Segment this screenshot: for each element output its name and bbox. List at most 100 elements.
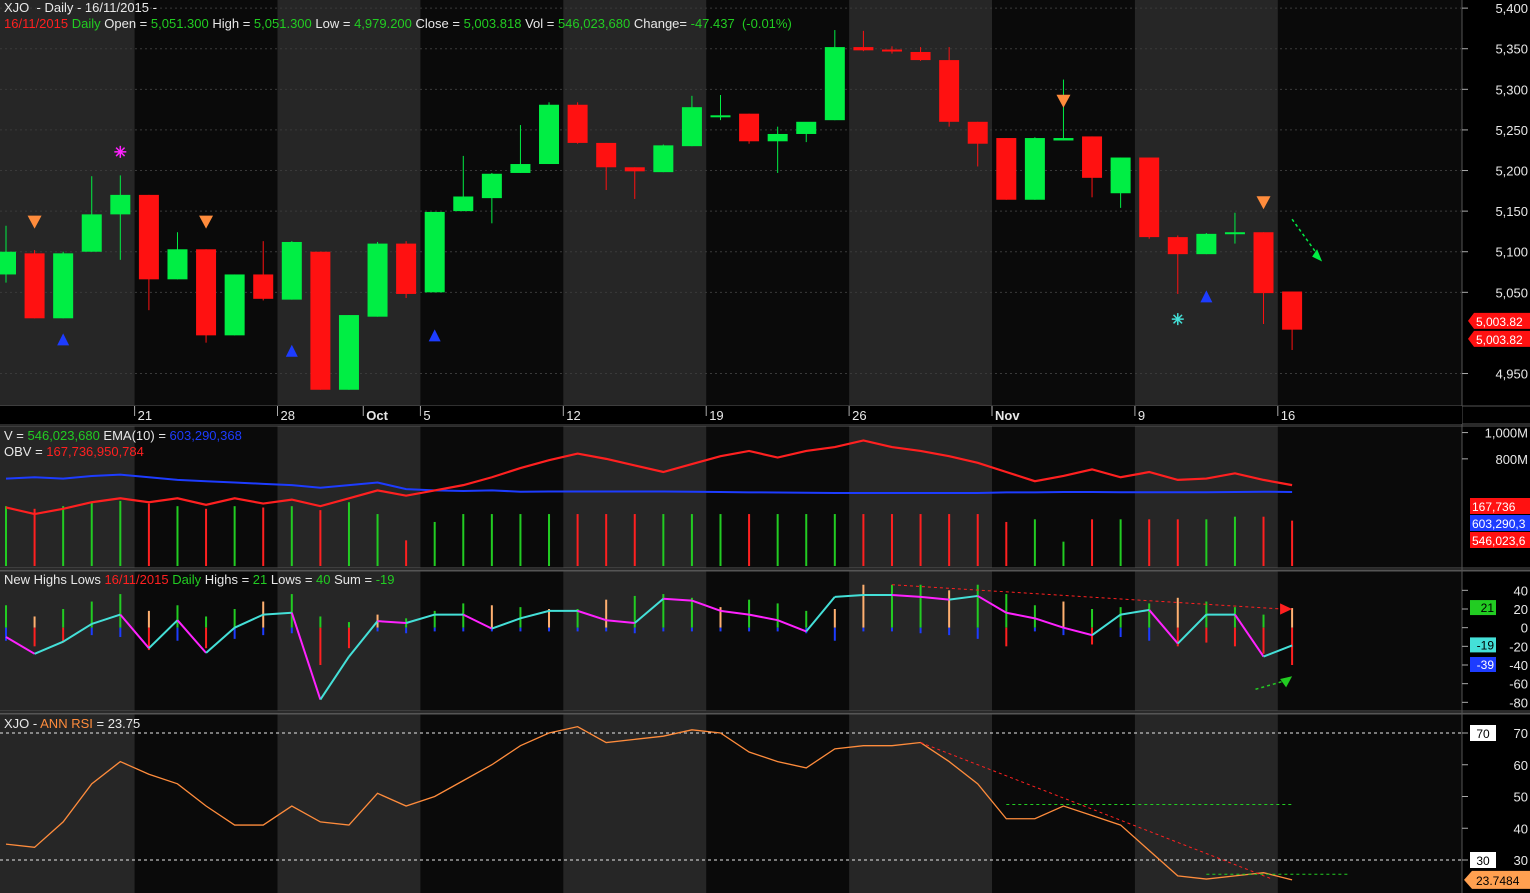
y-tick-label: 1,000M [1485, 426, 1528, 441]
change-label: Change= [633, 16, 691, 31]
low-value: 4,979.200 [354, 16, 412, 31]
week-band [563, 571, 707, 711]
candle-body [796, 121, 817, 134]
week-band [849, 714, 993, 893]
nhl-highs-label: Highs = [204, 572, 253, 587]
candle-body [224, 274, 245, 336]
candle-body [110, 194, 131, 215]
candle-body [624, 167, 645, 172]
candle-body [1253, 232, 1274, 294]
candle-body [539, 104, 560, 165]
high-value: 5,051.300 [253, 16, 312, 31]
chart-canvas: 21 28 Oct 5 12 19 26 Nov 9 16 5,400 5,350 5,300 5,250… [0, 0, 1530, 893]
value-tag-label: -19 [1477, 638, 1495, 652]
candle-body [310, 251, 331, 390]
rsi-title: ANN RSI [40, 716, 93, 731]
candle-body [567, 104, 588, 143]
nhl-daily: Daily [172, 572, 202, 587]
high-label: High = [212, 16, 254, 31]
open-value: 5,051.300 [150, 16, 209, 31]
x-tick-label: 21 [138, 408, 152, 423]
candle-body [939, 60, 960, 122]
ohlc-daily: Daily [71, 16, 101, 31]
date-axis-strip [0, 406, 1462, 424]
candle-body [910, 51, 931, 61]
y-tick-label: 5,200 [1495, 164, 1528, 179]
candle-body [996, 138, 1017, 200]
y-tick-label: 20 [1514, 602, 1528, 617]
y-tick-label: 5,100 [1495, 245, 1528, 260]
candle-body [1053, 138, 1074, 141]
candle-body [1196, 233, 1217, 255]
price-header-line2: 16/11/2015 Daily Open = 5,051.300 High =… [4, 16, 792, 32]
x-tick-label: 9 [1138, 408, 1145, 423]
week-band [0, 714, 135, 893]
nhl-lows-label: Lows = [270, 572, 317, 587]
y-tick-label: -80 [1509, 695, 1528, 710]
rsi-level-label: 70 [1476, 727, 1490, 741]
ema-label: EMA(10) = [103, 428, 170, 443]
nhl-date: 16/11/2015 [104, 572, 169, 587]
x-tick-label: 28 [281, 408, 295, 423]
x-tick-label: 26 [852, 408, 866, 423]
open-label: Open = [104, 16, 151, 31]
y-tick-label: 5,050 [1495, 285, 1528, 300]
candle-body [881, 49, 902, 52]
rsi-header: XJO - ANN RSI = 23.75 [4, 716, 140, 732]
x-tick-label: 12 [566, 408, 580, 423]
x-tick-label: 5 [423, 408, 430, 423]
candle-body [424, 211, 445, 293]
y-tick-label: 30 [1514, 853, 1528, 868]
y-tick-label: -20 [1509, 639, 1528, 654]
y-tick-label: 5,350 [1495, 42, 1528, 57]
candle-body [739, 113, 760, 142]
value-tag-label: 167,736 [1472, 500, 1516, 514]
week-band [0, 571, 135, 711]
x-tick-label: Nov [995, 408, 1020, 423]
candle-body [653, 145, 674, 173]
y-tick-label: 60 [1514, 758, 1528, 773]
x-tick-label: Oct [366, 408, 388, 423]
candle-body [767, 133, 788, 142]
candle-body [1024, 138, 1045, 200]
value-tag-label: -39 [1477, 658, 1495, 672]
nhl-header: New Highs Lows 16/11/2015 Daily Highs = … [4, 572, 394, 588]
last-price-label: 5,003.82 [1476, 315, 1523, 329]
candle-body [1139, 157, 1160, 238]
rsi-level-label: 30 [1476, 854, 1490, 868]
change-value: -47.437 (-0.01%) [690, 16, 792, 31]
candle-body [1167, 237, 1188, 255]
candle-body [481, 173, 502, 199]
rsi-value: 23.75 [107, 716, 141, 731]
nhl-lows-value: 40 [316, 572, 331, 587]
v-value: 546,023,680 [27, 428, 100, 443]
candle-body [138, 194, 159, 280]
last-price-label: 5,003.82 [1476, 333, 1523, 347]
candle-body [1224, 232, 1245, 235]
y-tick-label: 0 [1521, 621, 1528, 636]
candle-body [281, 241, 302, 300]
candle-body [338, 315, 359, 390]
y-tick-label: -40 [1509, 658, 1528, 673]
candle-body [510, 164, 531, 173]
candle-body [167, 249, 188, 280]
rsi-value-tag-label: 23.7484 [1476, 874, 1520, 888]
candle-body [1282, 291, 1303, 330]
nhl-sum-label: Sum = [334, 572, 376, 587]
candle-body [53, 253, 74, 319]
candle-body [1110, 157, 1131, 194]
rsi-value-label: = [92, 716, 108, 731]
candle-body [81, 214, 102, 252]
y-tick-label: 5,250 [1495, 123, 1528, 138]
y-tick-label: 70 [1514, 726, 1528, 741]
candle-body [681, 107, 702, 147]
price-header-line1: XJO - Daily - 16/11/2015 - [4, 0, 157, 16]
y-tick-label: 40 [1514, 821, 1528, 836]
vol-value: 546,023,680 [557, 16, 631, 31]
nhl-sum-value: -19 [375, 572, 395, 587]
candle-body [710, 115, 731, 118]
close-value: 5,003.818 [463, 16, 522, 31]
week-band [1134, 714, 1278, 893]
y-tick-label: 800M [1495, 452, 1528, 467]
x-tick-label: 16 [1281, 408, 1295, 423]
